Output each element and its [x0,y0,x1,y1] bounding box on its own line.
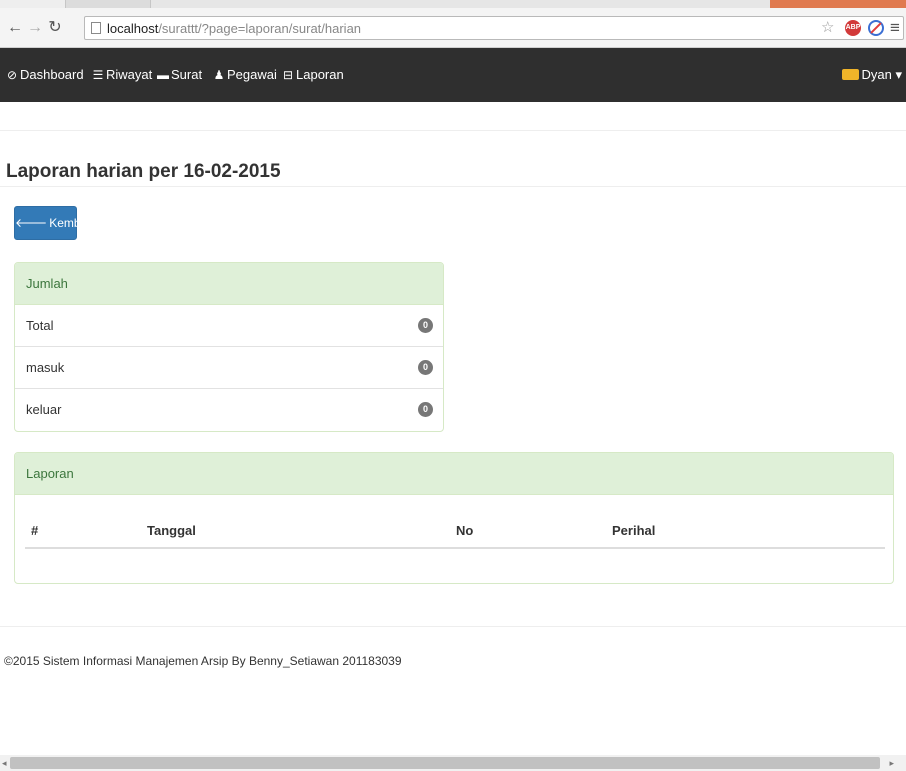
footer-text: ©2015 Sistem Informasi Manajemen Arsip B… [4,654,402,668]
nav-item-laporan[interactable]: ⊟ Laporan [282,66,344,84]
jumlah-heading: Jumlah [15,263,443,305]
column-header-perihal: Perihal [612,523,656,538]
browser-tab[interactable] [770,0,906,8]
user-menu[interactable]: Dyan ▾ [842,66,902,84]
list-item: Total 0 [15,305,443,347]
divider [0,186,906,187]
nav-item-surat[interactable]: ▬ Surat [157,66,202,84]
url-path: /surattt/?page=laporan/surat/harian [158,21,362,36]
nav-item-label: Pegawai [227,67,277,82]
nav-item-label: Dashboard [20,67,84,82]
page-title: Laporan harian per 16-02-2015 [6,161,281,182]
row-label: keluar [26,402,62,417]
reload-icon[interactable]: ↻ [46,18,64,38]
back-arrow-icon[interactable]: ← [6,18,24,38]
divider [0,130,906,131]
address-bar[interactable]: localhost/surattt/?page=laporan/surat/ha… [84,16,904,40]
browser-toolbar: ← → ↻ localhost/surattt/?page=laporan/su… [0,8,906,48]
list-item: masuk 0 [15,347,443,389]
count-badge: 0 [418,402,433,417]
bookmark-star-icon[interactable]: ☆ [821,20,834,36]
nav-item-pegawai[interactable]: ♟ Pegawai [213,66,277,84]
count-badge: 0 [418,318,433,333]
nav-item-label: Riwayat [106,67,153,82]
row-label: Total [26,318,54,333]
adblock-icon[interactable]: ABP [845,20,861,36]
divider [0,626,906,627]
kembali-button[interactable]: 🡐 Kembali [14,206,93,240]
list-item: keluar 0 [15,389,443,431]
browser-tab[interactable] [0,0,66,8]
laporan-panel: Laporan # Tanggal No Perihal [14,452,894,584]
kembali-label: Kembali [49,216,93,230]
folder-icon [842,69,860,80]
table-header-row: # Tanggal No Perihal [25,511,885,549]
forward-arrow-icon[interactable]: → [26,18,44,38]
page-icon [91,22,101,34]
laporan-heading: Laporan [15,453,893,495]
print-icon: ⊟ [282,68,294,82]
browser-tabstrip [0,0,906,8]
app-navbar: ⊘ Dashboard ☰ Riwayat ▬ Surat ♟ Pegawai ⊟ Lap… [0,48,906,102]
browser-menu-icon[interactable]: ≡ [890,18,900,38]
nav-item-label: Laporan [296,67,344,82]
count-badge: 0 [418,360,433,375]
inbox-icon: ▬ [157,68,169,82]
arrow-left-icon: 🡐 [15,216,48,230]
scroll-right-icon[interactable]: ▸ [889,757,894,769]
column-header-tanggal: Tanggal [147,523,196,538]
column-header-number: # [31,523,39,538]
dashboard-icon: ⊘ [6,68,18,82]
jumlah-panel: Jumlah Total 0 masuk 0 keluar 0 [14,262,444,432]
scroll-left-icon[interactable]: ◂ [2,757,7,769]
url-host: localhost [107,21,159,36]
nav-item-dashboard[interactable]: ⊘ Dashboard [6,66,84,84]
list-icon: ☰ [92,68,104,82]
user-icon: ♟ [213,68,225,82]
scrollbar-thumb[interactable] [10,757,880,769]
row-label: masuk [26,360,65,375]
extension-icon[interactable] [868,20,884,36]
url-text[interactable]: localhost/surattt/?page=laporan/surat/ha… [107,21,361,36]
nav-item-label: Surat [171,67,203,82]
caret-down-icon: ▾ [895,67,902,82]
browser-tab-active[interactable] [150,0,770,8]
nav-item-riwayat[interactable]: ☰ Riwayat [92,66,153,84]
column-header-no: No [456,523,474,538]
horizontal-scrollbar[interactable]: ◂ ▸ [0,755,906,771]
user-name: Dyan [861,67,892,82]
